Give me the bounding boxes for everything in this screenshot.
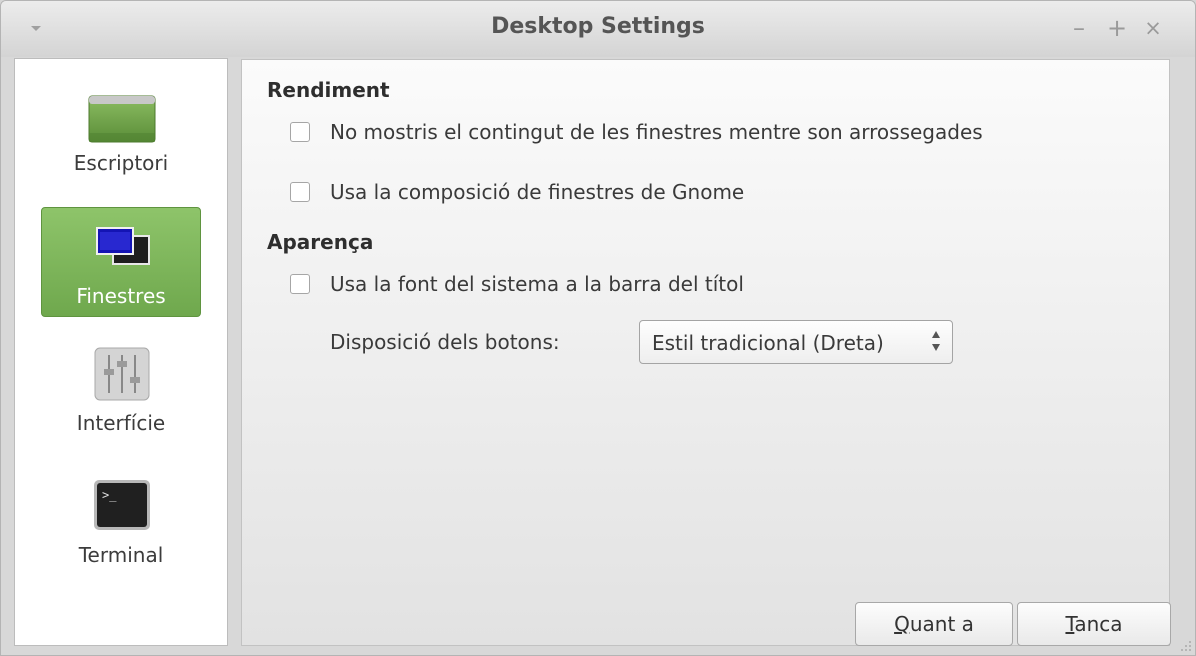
section-title-aparenca: Aparença <box>267 230 374 254</box>
settings-panel: Rendiment No mostris el contingut de les… <box>241 59 1171 646</box>
system-font-checkbox[interactable] <box>290 274 310 294</box>
sidebar-item-escriptori[interactable]: Escriptori <box>41 81 201 191</box>
sidebar-item-terminal[interactable]: >_ Terminal <box>41 471 201 581</box>
maximize-icon[interactable]: + <box>1103 13 1131 43</box>
gnome-compositing-checkbox[interactable] <box>290 182 310 202</box>
desktop-settings-window: Desktop Settings – + × Escriptori Finest… <box>0 0 1196 656</box>
close-button-label: anca <box>1074 612 1123 636</box>
about-button-mnemonic: Q <box>894 612 910 636</box>
spin-arrows-icon <box>932 331 940 351</box>
desktop-icon <box>88 95 156 143</box>
close-button[interactable]: Tanca <box>1017 602 1171 646</box>
sidebar-item-label: Terminal <box>78 543 164 567</box>
sidebar-item-label: Escriptori <box>73 151 169 175</box>
button-layout-value: Estil tradicional (Dreta) <box>652 331 884 355</box>
about-button[interactable]: Quant a <box>855 602 1013 646</box>
sliders-icon <box>94 347 150 401</box>
no-drag-contents-checkbox[interactable] <box>290 122 310 142</box>
close-icon[interactable]: × <box>1139 13 1167 43</box>
section-title-rendiment: Rendiment <box>267 78 390 102</box>
sidebar-item-interficie[interactable]: Interfície <box>41 339 201 449</box>
no-drag-contents-label[interactable]: No mostris el contingut de les finestres… <box>330 120 983 144</box>
resize-grip-icon[interactable] <box>1179 639 1193 653</box>
system-font-label[interactable]: Usa la font del sistema a la barra del t… <box>330 272 744 296</box>
terminal-icon: >_ <box>94 480 150 530</box>
sidebar: Escriptori Finestres Interfície >_ Termi… <box>14 58 228 646</box>
sidebar-item-label: Finestres <box>76 284 166 308</box>
minimize-icon[interactable]: – <box>1065 13 1093 43</box>
button-layout-select[interactable]: Estil tradicional (Dreta) <box>639 320 953 364</box>
gnome-compositing-label[interactable]: Usa la composició de finestres de Gnome <box>330 180 744 204</box>
windows-icon <box>96 227 150 265</box>
window-title: Desktop Settings <box>491 14 705 39</box>
button-layout-label: Disposició dels botons: <box>330 330 560 354</box>
titlebar[interactable]: Desktop Settings – + × <box>1 1 1195 57</box>
sidebar-item-label: Interfície <box>76 411 166 435</box>
sidebar-item-finestres[interactable]: Finestres <box>41 207 201 317</box>
svg-text:>_: >_ <box>102 488 117 502</box>
about-button-label: uant a <box>909 612 974 636</box>
